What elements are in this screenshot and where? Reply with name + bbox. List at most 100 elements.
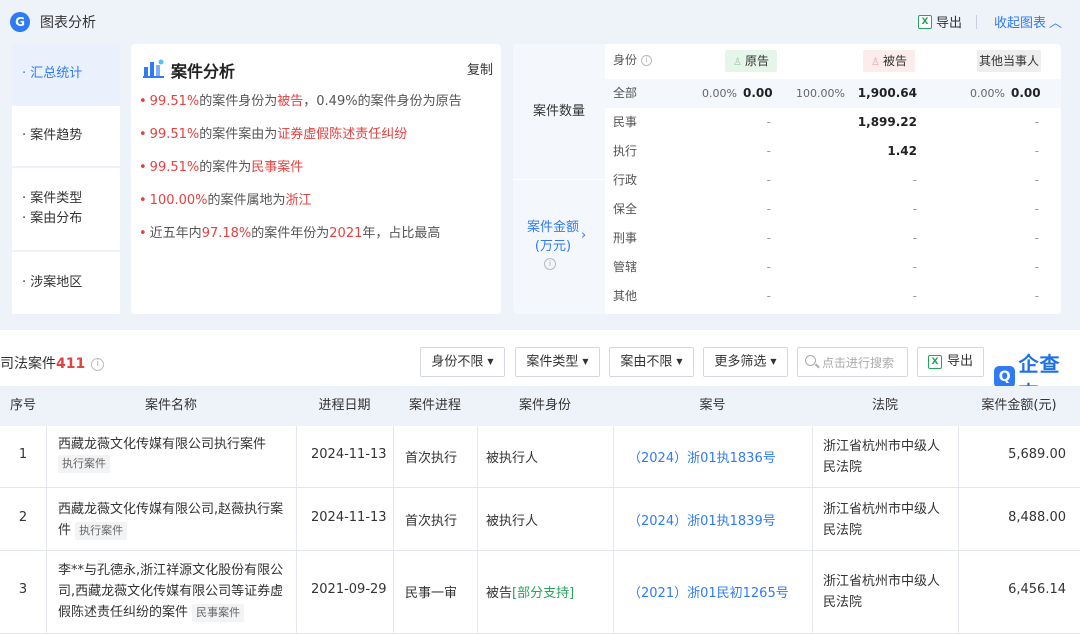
other-value: - [1034, 289, 1039, 303]
stats-header-row: 身份 i ♙ 原告 ♙ 被告 其他当事人 [605, 46, 1061, 78]
filter-more[interactable]: 更多筛选 ▼ [703, 347, 788, 377]
stats-row-label: 其他 [613, 289, 638, 303]
filter-identity[interactable]: 身份不限 ▼ [420, 347, 505, 377]
panel-title: 图表分析 [40, 15, 96, 31]
analysis-bullet: • 近五年内97.18%的案件年份为2021年，占比最高 [139, 226, 441, 241]
case-progress: 民事一审 [405, 586, 458, 601]
plaintiff-value: - [766, 260, 771, 274]
divider [613, 426, 614, 634]
court: 浙江省杭州市中级人民法院 [823, 502, 941, 538]
defendant-value: - [912, 202, 917, 216]
other-value: - [1034, 202, 1039, 216]
col-header-progress: 案件进程 [408, 398, 461, 413]
filter-cause[interactable]: 案由不限 ▼ [609, 347, 694, 377]
case-number-link[interactable]: （2021）浙01民初1265号 [628, 582, 789, 601]
other-party-header: 其他当事人 [977, 50, 1041, 72]
col-header-case-no: 案号 [699, 398, 726, 413]
divider [958, 426, 959, 634]
case-type-tag: 执行案件 [58, 455, 110, 473]
row-number: 2 [18, 510, 28, 525]
app-logo-icon: G [10, 12, 30, 32]
judgment-result: [部分支持] [512, 586, 575, 601]
stats-row-label: 全部 [613, 86, 638, 100]
stats-row-label: 保全 [613, 202, 638, 216]
case-type-tag: 执行案件 [75, 522, 128, 540]
info-icon: i [640, 55, 652, 66]
brand-logo-icon: Q [994, 366, 1016, 388]
plaintiff-value: - [766, 289, 771, 303]
table-row[interactable]: 1 西藏龙薇文化传媒有限公司执行案件 执行案件 2024-11-13 首次执行 … [0, 426, 1080, 488]
divider [393, 426, 394, 634]
chevron-right-icon: › [581, 228, 587, 243]
case-name[interactable]: 李**与孔德永,浙江祥源文化股份有限公司,西藏龙薇文化传媒有限公司等证券虚假陈述… [58, 560, 290, 623]
process-date: 2021-09-29 [311, 582, 387, 597]
defendant-value: - [912, 231, 917, 245]
case-stats-card: 案件数量 案件金额 (万元) › i 身份 i ♙ 原告 ♙ 被告 其他当事人 全部… [513, 44, 1061, 314]
info-icon[interactable]: i [91, 357, 105, 371]
plaintiff-value: - [766, 231, 771, 245]
plaintiff-value: - [766, 115, 771, 129]
stats-row-label: 刑事 [613, 231, 638, 245]
row-number: 3 [18, 582, 28, 597]
case-progress: 首次执行 [405, 514, 458, 529]
defendant-value: - [912, 173, 917, 187]
case-amount: 6,456.14 [1008, 582, 1066, 597]
caret-down-icon: ▼ [582, 357, 589, 366]
divider [296, 426, 297, 634]
nav-item-trend[interactable]: · 案件趋势 [12, 106, 120, 166]
table-row[interactable]: 3 李**与孔德永,浙江祥源文化股份有限公司,西藏龙薇文化传媒有限公司等证券虚假… [0, 552, 1080, 634]
case-amount: 8,488.00 [1008, 510, 1066, 525]
caret-down-icon: ▼ [770, 357, 777, 366]
stats-metric-selector: 案件数量 案件金额 (万元) › i [513, 44, 605, 314]
person-icon: ♙ [733, 57, 742, 68]
other-value: 0.00 [1011, 86, 1041, 100]
other-value: - [1034, 144, 1039, 158]
case-count: 411 [56, 356, 86, 372]
case-list-toolbar: 司法案件411i 身份不限▼ 案件类型▼ 案由不限▼ 更多筛选▼ X 导出 Q … [0, 340, 1080, 405]
case-progress: 首次执行 [405, 451, 458, 466]
export-label: 导出 [936, 16, 963, 31]
stats-row: 民事 - 1,899.22 - [605, 108, 1061, 137]
process-date: 2024-11-13 [311, 447, 387, 462]
table-row[interactable]: 2 西藏龙薇文化传媒有限公司,赵薇执行案件 执行案件 2024-11-13 首次… [0, 489, 1080, 551]
other-value: - [1034, 115, 1039, 129]
defendant-value: - [912, 289, 917, 303]
col-header-court: 法院 [871, 398, 898, 413]
case-name[interactable]: 西藏龙薇文化传媒有限公司,赵薇执行案件 执行案件 [58, 499, 290, 541]
divider [976, 15, 977, 29]
export-chart-button[interactable]: X 导出 [918, 12, 962, 31]
other-value: - [1034, 260, 1039, 274]
collapse-chart-button[interactable]: 收起图表 ︿ [994, 12, 1062, 31]
stats-row: 保全 - - - [605, 195, 1061, 224]
plaintiff-value: - [766, 202, 771, 216]
case-identity: 被执行人 [486, 514, 539, 529]
case-number-link[interactable]: （2024）浙01执1836号 [628, 447, 776, 466]
analysis-bullet: • 99.51%的案件案由为证券虚假陈述责任纠纷 [139, 127, 408, 142]
analysis-bullet: • 99.51%的案件身份为被告，0.49%的案件身份为原告 [139, 94, 462, 109]
col-header-name: 案件名称 [144, 398, 197, 413]
nav-item-region[interactable]: · 涉案地区 [12, 252, 120, 314]
divider [46, 426, 47, 634]
plaintiff-percent: 0.00% [702, 87, 737, 100]
stats-row-label: 管辖 [613, 260, 638, 274]
metric-case-count[interactable]: 案件数量 [513, 100, 605, 119]
case-name[interactable]: 西藏龙薇文化传媒有限公司执行案件 执行案件 [58, 434, 290, 473]
plaintiff-value: 0.00 [743, 86, 773, 100]
divider [477, 426, 478, 634]
analysis-bullet: • 99.51%的案件为民事案件 [139, 160, 304, 175]
nav-item-case-type[interactable]: · 案件类型 · 案由分布 [12, 168, 120, 250]
stats-row: 其他 - - - [605, 282, 1061, 311]
info-icon[interactable]: i [544, 258, 556, 270]
other-value: - [1034, 231, 1039, 245]
defendant-value: 1.42 [887, 144, 917, 158]
col-header-identity: 案件身份 [518, 398, 571, 413]
filter-case-type[interactable]: 案件类型 ▼ [515, 347, 600, 377]
copy-button[interactable]: 复制 [467, 59, 493, 78]
divider [513, 179, 605, 180]
divider [812, 426, 813, 634]
nav-item-summary[interactable]: · 汇总统计 [12, 44, 120, 104]
case-number-link[interactable]: （2024）浙01执1839号 [628, 510, 776, 529]
export-list-button[interactable]: X 导出 [917, 347, 984, 377]
stats-row-label: 执行 [613, 144, 638, 158]
search-input[interactable] [822, 354, 904, 372]
